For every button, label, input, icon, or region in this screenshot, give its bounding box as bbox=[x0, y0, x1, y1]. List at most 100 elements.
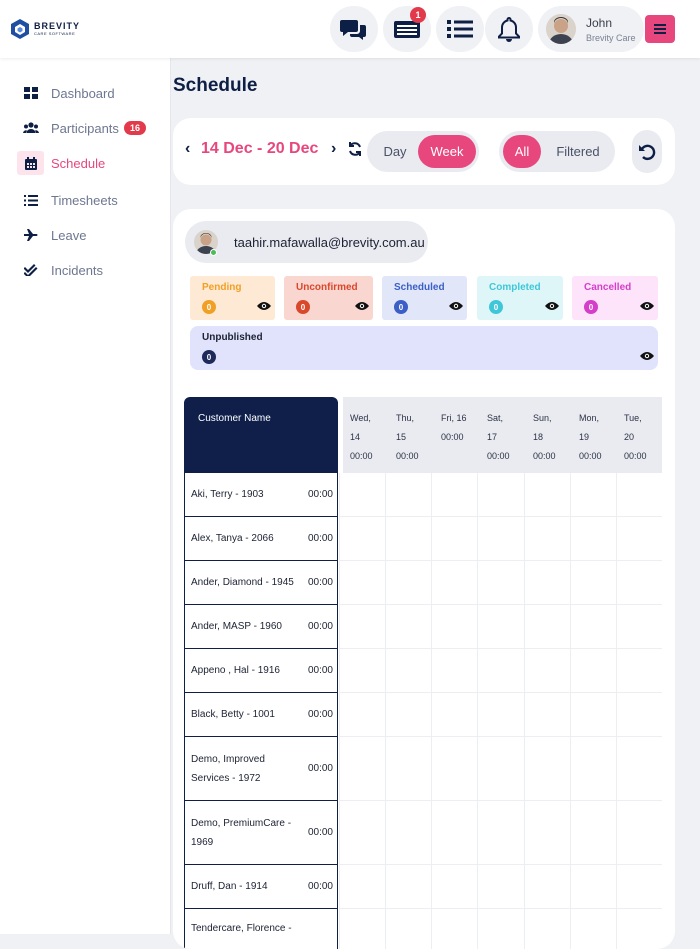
customer-cell[interactable]: Ander, Diamond - 1945 00:00 bbox=[184, 561, 338, 605]
schedule-cell[interactable] bbox=[569, 801, 616, 864]
reset-button[interactable] bbox=[632, 130, 662, 173]
customer-cell[interactable]: Demo, PremiumCare - 1969 00:00 bbox=[184, 801, 338, 865]
status-unconfirmed[interactable]: Unconfirmed 0 bbox=[284, 276, 373, 320]
schedule-cell[interactable] bbox=[431, 801, 477, 864]
schedule-cell[interactable] bbox=[385, 909, 431, 949]
customer-cell[interactable]: Ander, MASP - 1960 00:00 bbox=[184, 605, 338, 649]
schedule-cell[interactable] bbox=[431, 737, 477, 800]
schedule-cell[interactable] bbox=[431, 605, 477, 648]
eye-icon[interactable] bbox=[640, 351, 654, 361]
schedule-cell[interactable] bbox=[615, 561, 662, 604]
schedule-cell[interactable] bbox=[339, 605, 385, 648]
sidebar-item-leave[interactable]: Leave bbox=[0, 220, 171, 250]
previous-week-button[interactable]: ‹ bbox=[185, 140, 190, 158]
sidebar-item-schedule[interactable]: Schedule bbox=[0, 148, 171, 178]
schedule-cell[interactable] bbox=[523, 865, 570, 908]
schedule-cell[interactable] bbox=[523, 693, 570, 736]
schedule-cell[interactable] bbox=[523, 517, 570, 560]
schedule-cell[interactable] bbox=[615, 801, 662, 864]
schedule-cell[interactable] bbox=[615, 517, 662, 560]
day-view-button[interactable]: Day bbox=[371, 135, 419, 168]
all-filter-button[interactable]: All bbox=[503, 135, 541, 168]
schedule-cell[interactable] bbox=[431, 517, 477, 560]
schedule-cell[interactable] bbox=[385, 693, 431, 736]
schedule-cell[interactable] bbox=[477, 737, 523, 800]
schedule-cell[interactable] bbox=[523, 737, 570, 800]
list-button[interactable] bbox=[436, 6, 484, 52]
schedule-cell[interactable] bbox=[385, 865, 431, 908]
schedule-cell[interactable] bbox=[477, 649, 523, 692]
status-completed[interactable]: Completed 0 bbox=[477, 276, 563, 320]
schedule-cell[interactable] bbox=[569, 737, 616, 800]
eye-icon[interactable] bbox=[355, 301, 369, 311]
refresh-button[interactable] bbox=[343, 137, 367, 161]
schedule-cell[interactable] bbox=[523, 801, 570, 864]
schedule-cell[interactable] bbox=[431, 909, 477, 949]
status-unpublished[interactable]: Unpublished 0 bbox=[190, 326, 658, 370]
schedule-cell[interactable] bbox=[385, 737, 431, 800]
schedule-cell[interactable] bbox=[477, 865, 523, 908]
schedule-cell[interactable] bbox=[385, 801, 431, 864]
schedule-cell[interactable] bbox=[385, 605, 431, 648]
customer-cell[interactable]: Demo, Improved Services - 1972 00:00 bbox=[184, 737, 338, 801]
eye-icon[interactable] bbox=[257, 301, 271, 311]
schedule-cell[interactable] bbox=[431, 693, 477, 736]
schedule-cell[interactable] bbox=[569, 909, 616, 949]
hamburger-menu-button[interactable] bbox=[645, 15, 675, 43]
schedule-cell[interactable] bbox=[615, 693, 662, 736]
schedule-cell[interactable] bbox=[569, 865, 616, 908]
schedule-cell[interactable] bbox=[477, 693, 523, 736]
schedule-cell[interactable] bbox=[615, 909, 662, 949]
staff-selector[interactable]: taahir.mafawalla@brevity.com.au bbox=[185, 221, 428, 263]
schedule-cell[interactable] bbox=[431, 473, 477, 516]
schedule-cell[interactable] bbox=[569, 649, 616, 692]
schedule-cell[interactable] bbox=[477, 605, 523, 648]
schedule-cell[interactable] bbox=[339, 561, 385, 604]
sidebar-item-dashboard[interactable]: Dashboard bbox=[0, 78, 171, 108]
schedule-cell[interactable] bbox=[615, 605, 662, 648]
eye-icon[interactable] bbox=[640, 301, 654, 311]
sidebar-item-incidents[interactable]: Incidents bbox=[0, 255, 171, 285]
schedule-cell[interactable] bbox=[615, 473, 662, 516]
schedule-cell[interactable] bbox=[477, 473, 523, 516]
schedule-cell[interactable] bbox=[431, 561, 477, 604]
schedule-cell[interactable] bbox=[615, 649, 662, 692]
status-pending[interactable]: Pending 0 bbox=[190, 276, 275, 320]
status-scheduled[interactable]: Scheduled 0 bbox=[382, 276, 467, 320]
customer-cell[interactable]: Druff, Dan - 1914 00:00 bbox=[184, 865, 338, 909]
customer-cell[interactable]: Alex, Tanya - 2066 00:00 bbox=[184, 517, 338, 561]
schedule-cell[interactable] bbox=[385, 473, 431, 516]
schedule-cell[interactable] bbox=[523, 909, 570, 949]
schedule-cell[interactable] bbox=[477, 517, 523, 560]
schedule-cell[interactable] bbox=[569, 693, 616, 736]
sidebar-item-participants[interactable]: Participants 16 bbox=[0, 113, 171, 143]
schedule-cell[interactable] bbox=[477, 561, 523, 604]
notifications-button[interactable] bbox=[485, 6, 533, 52]
next-week-button[interactable]: › bbox=[331, 140, 336, 158]
eye-icon[interactable] bbox=[449, 301, 463, 311]
schedule-cell[interactable] bbox=[339, 865, 385, 908]
schedule-cell[interactable] bbox=[569, 517, 616, 560]
schedule-cell[interactable] bbox=[523, 473, 570, 516]
schedule-cell[interactable] bbox=[339, 909, 385, 949]
brand-logo[interactable]: BREVITY CARE SOFTWARE bbox=[10, 18, 80, 40]
schedule-cell[interactable] bbox=[339, 517, 385, 560]
schedule-cell[interactable] bbox=[385, 561, 431, 604]
schedule-cell[interactable] bbox=[339, 737, 385, 800]
schedule-cell[interactable] bbox=[339, 473, 385, 516]
schedule-cell[interactable] bbox=[523, 561, 570, 604]
schedule-cell[interactable] bbox=[569, 473, 616, 516]
schedule-cell[interactable] bbox=[339, 693, 385, 736]
customer-cell[interactable]: Black, Betty - 1001 00:00 bbox=[184, 693, 338, 737]
schedule-cell[interactable] bbox=[523, 605, 570, 648]
chat-button[interactable] bbox=[330, 6, 378, 52]
sidebar-item-timesheets[interactable]: Timesheets bbox=[0, 185, 171, 215]
user-menu[interactable]: John Brevity Care bbox=[538, 6, 644, 52]
schedule-cell[interactable] bbox=[477, 909, 523, 949]
schedule-cell[interactable] bbox=[431, 865, 477, 908]
schedule-cell[interactable] bbox=[615, 737, 662, 800]
schedule-cell[interactable] bbox=[385, 517, 431, 560]
eye-icon[interactable] bbox=[545, 301, 559, 311]
schedule-cell[interactable] bbox=[615, 865, 662, 908]
schedule-cell[interactable] bbox=[523, 649, 570, 692]
